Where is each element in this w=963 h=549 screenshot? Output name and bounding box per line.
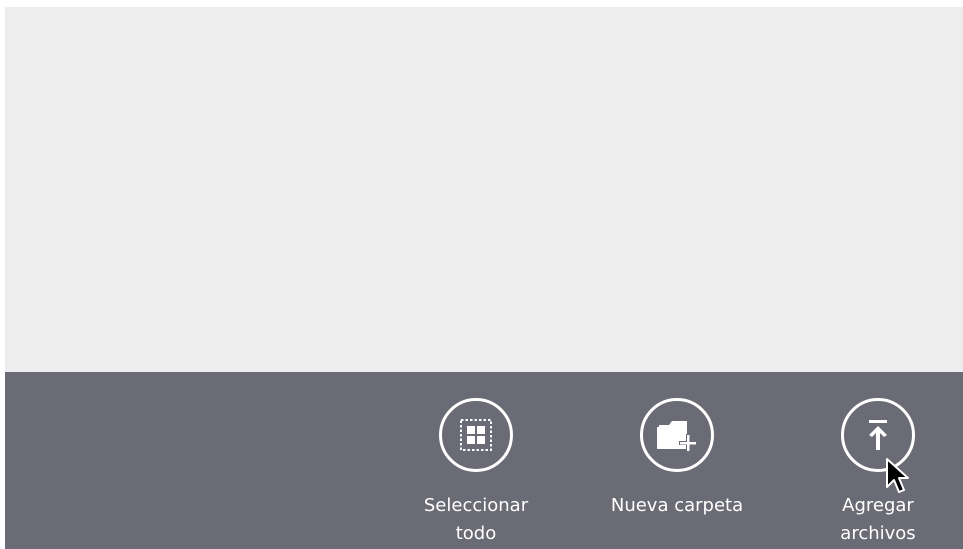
add-files-label: Agregar archivos xyxy=(840,495,916,544)
select-all-label: Seleccionar todo xyxy=(423,495,529,544)
new-folder-button[interactable]: Nueva carpeta xyxy=(602,398,752,520)
select-all-icon xyxy=(439,398,513,472)
content-area xyxy=(5,7,963,372)
new-folder-icon xyxy=(640,398,714,472)
app-bar: Seleccionar todo Nueva carpeta Agregar a… xyxy=(5,372,963,549)
new-folder-label: Nueva carpeta xyxy=(610,495,744,516)
mouse-cursor-icon xyxy=(886,458,909,493)
select-all-button[interactable]: Seleccionar todo xyxy=(401,398,551,548)
add-files-button[interactable]: Agregar archivos xyxy=(803,398,953,548)
